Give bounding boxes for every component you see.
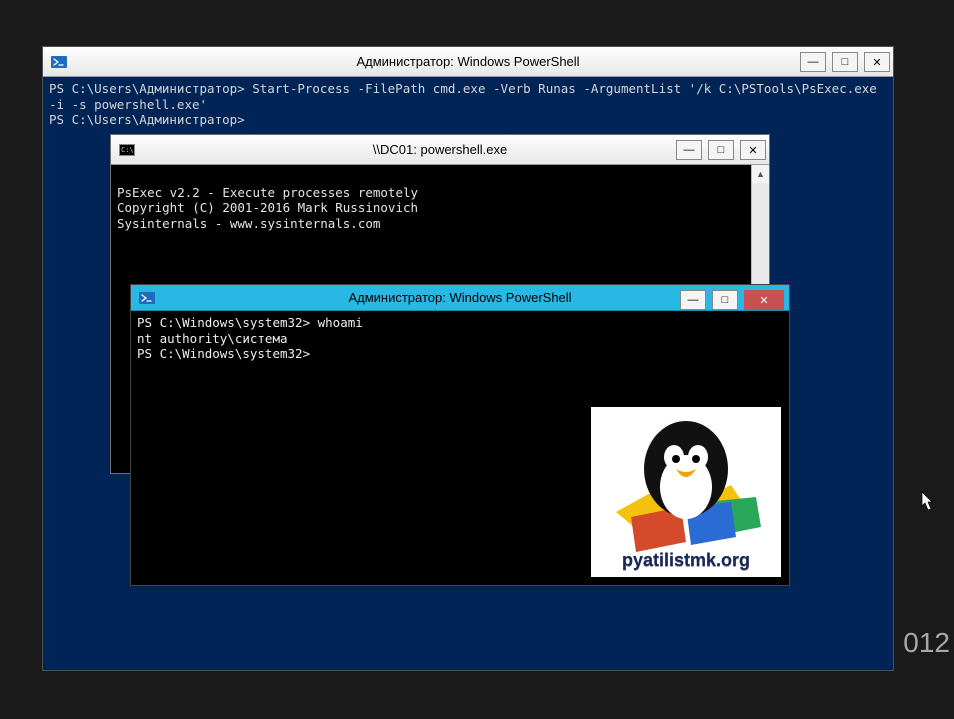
desktop-background: Администратор: Windows PowerShell — □ ✕ … (0, 0, 954, 719)
minimize-button[interactable]: — (800, 52, 826, 72)
close-button[interactable]: ✕ (744, 290, 784, 310)
watermark-text: pyatilistmk.org (622, 550, 750, 571)
titlebar[interactable]: Администратор: Windows PowerShell — □ ✕ (131, 285, 789, 311)
close-button[interactable]: ✕ (740, 140, 766, 160)
window-title: \\DC01: powershell.exe (111, 142, 769, 157)
titlebar[interactable]: C:\ \\DC01: powershell.exe — □ ✕ (111, 135, 769, 165)
powershell-icon (51, 54, 67, 70)
powershell-inner-window[interactable]: Администратор: Windows PowerShell — □ ✕ … (130, 284, 790, 586)
desktop-watermark-text: 012 (903, 627, 950, 659)
titlebar[interactable]: Администратор: Windows PowerShell — □ ✕ (43, 47, 893, 77)
powershell-icon (139, 290, 155, 306)
terminal-output[interactable]: PS C:\Users\Администратор> Start-Process… (43, 77, 893, 132)
maximize-button[interactable]: □ (712, 290, 738, 310)
minimize-button[interactable]: — (680, 290, 706, 310)
close-button[interactable]: ✕ (864, 52, 890, 72)
maximize-button[interactable]: □ (708, 140, 734, 160)
cursor-pointer-icon (916, 490, 936, 520)
minimize-button[interactable]: — (676, 140, 702, 160)
window-title: Администратор: Windows PowerShell (43, 54, 893, 69)
watermark-logo: pyatilistmk.org (591, 407, 781, 577)
cmd-icon: C:\ (119, 142, 135, 158)
maximize-button[interactable]: □ (832, 52, 858, 72)
scroll-up-arrow-icon[interactable]: ▲ (752, 165, 769, 183)
